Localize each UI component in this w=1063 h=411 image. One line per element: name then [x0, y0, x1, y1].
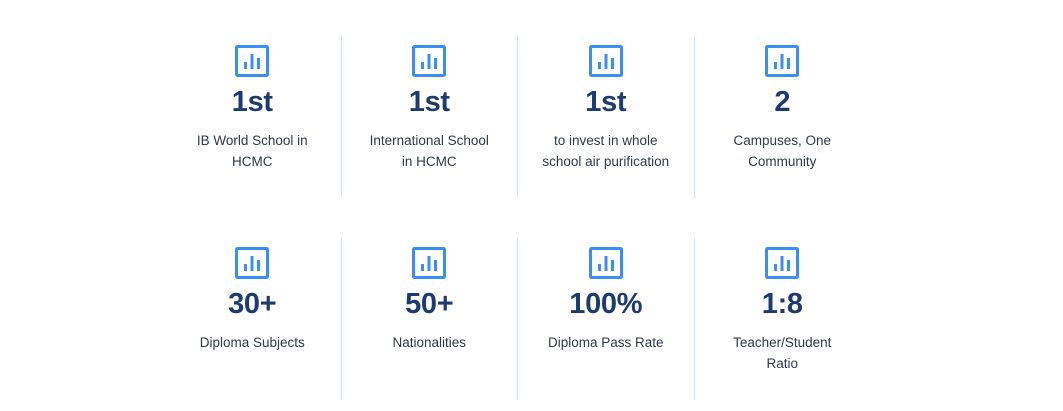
bar-chart-icon	[588, 247, 623, 279]
stat-item: 1st IB World School in HCMC	[164, 36, 341, 198]
stat-caption: International School in HCMC	[369, 133, 489, 169]
stat-value: 1st	[585, 86, 627, 118]
stat-item: 30+ Diploma Subjects	[164, 238, 341, 400]
stat-item: 2 Campuses, One Community	[693, 36, 871, 198]
stat-item: 1st International School in HCMC	[340, 36, 518, 198]
stat-caption: Teacher/Student Ratio	[733, 335, 832, 371]
stat-caption: Diploma Pass Rate	[547, 335, 664, 350]
stat-value: 1st	[231, 86, 273, 118]
stat-value: 100%	[569, 288, 643, 320]
bar-chart-icon	[765, 45, 800, 77]
stats-row-2: 30+ Diploma Subjects 50+ Nationalities 1…	[164, 238, 870, 400]
stat-caption: IB World School in HCMC	[196, 133, 308, 169]
bar-chart-icon	[235, 247, 270, 279]
stat-value: 1:8	[761, 288, 803, 320]
stat-caption: Nationalities	[392, 335, 467, 350]
stat-item: 1st to invest in whole school air purifi…	[517, 36, 694, 198]
stats-row-1: 1st IB World School in HCMC 1st Internat…	[164, 36, 870, 198]
stat-caption: Diploma Subjects	[199, 335, 305, 350]
stat-caption: Campuses, One Community	[733, 133, 832, 169]
stat-item: 100% Diploma Pass Rate	[517, 238, 694, 400]
bar-chart-icon	[412, 247, 447, 279]
stat-value: 2	[774, 86, 791, 118]
stats-grid: 1st IB World School in HCMC 1st Internat…	[164, 36, 870, 400]
bar-chart-icon	[412, 45, 447, 77]
bar-chart-icon	[235, 45, 270, 77]
stat-value: 1st	[408, 86, 450, 118]
stat-caption: to invest in whole school air purificati…	[542, 133, 670, 169]
stat-value: 50+	[405, 288, 454, 320]
bar-chart-icon	[765, 247, 800, 279]
bar-chart-icon	[588, 45, 623, 77]
stat-item: 1:8 Teacher/Student Ratio	[693, 238, 871, 400]
stat-item: 50+ Nationalities	[340, 238, 518, 400]
stat-value: 30+	[228, 288, 277, 320]
